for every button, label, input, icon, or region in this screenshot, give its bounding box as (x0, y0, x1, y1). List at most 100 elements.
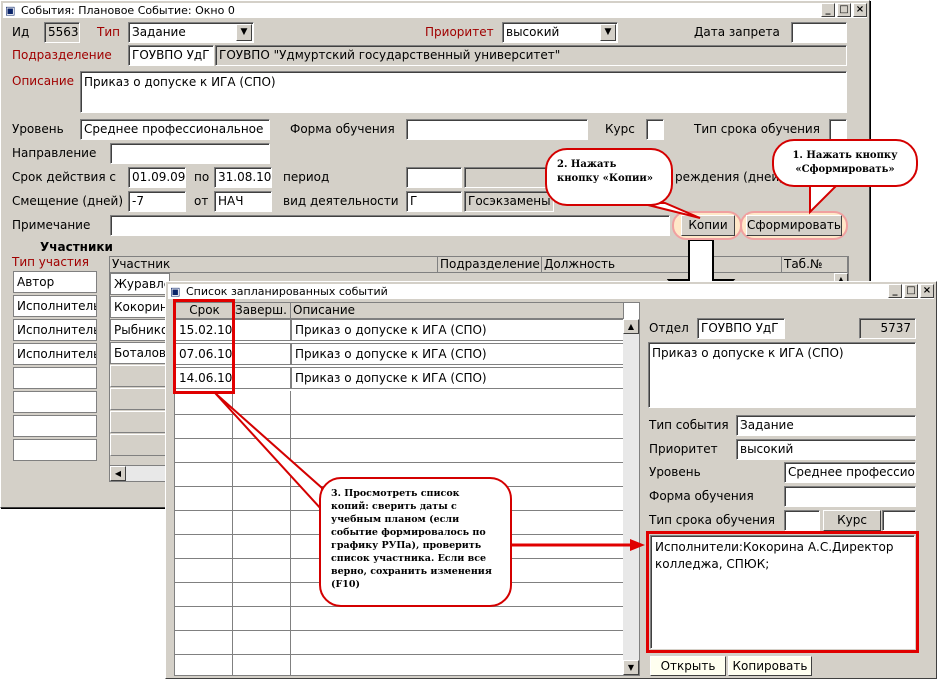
event-type-label: Тип события (649, 418, 729, 432)
course-button[interactable]: Курс (823, 510, 881, 531)
institution-days-label: реждения (дней) (675, 170, 784, 184)
planned-events-title: Список запланированных событий (186, 285, 388, 298)
direction-field[interactable] (110, 143, 270, 164)
col-description-header[interactable]: Описание (291, 303, 624, 319)
type-select-value: Задание (132, 25, 186, 39)
course-field[interactable] (882, 510, 916, 531)
course-field[interactable] (646, 119, 664, 140)
close-icon[interactable]: × (920, 284, 934, 298)
event-done-cell[interactable] (233, 319, 291, 341)
gosexam-label: Госэкзамены (468, 194, 551, 208)
validity-label: Срок действия с (12, 170, 116, 184)
planned-events-controls: _ □ × (888, 284, 934, 298)
event-description-field[interactable]: Приказ о допуске к ИГА (СПО) (648, 342, 916, 408)
participant-row[interactable]: Рыбнико (110, 319, 170, 341)
priority-select[interactable]: высокий ▼ (502, 22, 618, 43)
id-field[interactable]: 5563 (44, 22, 80, 43)
date-to-field[interactable]: 31.08.10 (214, 167, 272, 188)
participant-row-empty (110, 365, 170, 387)
copy-button[interactable]: Копировать (728, 656, 812, 676)
scroll-down-icon[interactable]: ▼ (623, 660, 639, 675)
from-label: от (194, 194, 209, 208)
participation-type-row[interactable]: Автор (13, 271, 97, 293)
offset-label: Смещение (дней) (12, 194, 124, 208)
event-done-cell[interactable] (233, 343, 291, 365)
type-select[interactable]: Задание ▼ (128, 22, 254, 43)
event-description-cell[interactable]: Приказ о допуске к ИГА (СПО) (291, 343, 624, 365)
event-done-cell[interactable] (233, 367, 291, 389)
from-field[interactable]: НАЧ (214, 191, 272, 212)
description-field[interactable]: Приказ о допуске к ИГА (СПО) (80, 71, 847, 113)
term-type-label: Тип срока обучения (649, 513, 775, 527)
term-type-field[interactable] (829, 119, 847, 140)
form-button[interactable]: Сформировать (746, 215, 842, 236)
maximize-icon[interactable]: □ (837, 3, 851, 17)
division-name-field[interactable]: ГОУВПО "Удмуртский государственный униве… (215, 45, 847, 66)
participant-row[interactable]: Кокорин (110, 296, 170, 318)
event-description-cell[interactable]: Приказ о допуске к ИГА (СПО) (291, 319, 624, 341)
callout-3-text: 3. Просмотреть список копий: сверить дат… (331, 488, 492, 590)
maximize-icon[interactable]: □ (904, 284, 918, 298)
event-description-cell[interactable]: Приказ о допуске к ИГА (СПО) (291, 367, 624, 389)
participation-type-row[interactable] (13, 439, 97, 461)
priority-field[interactable]: высокий (736, 439, 916, 460)
participation-type-row[interactable] (13, 415, 97, 437)
executors-field[interactable]: Исполнители:Кокорина А.С.Директор коллед… (650, 535, 915, 649)
participation-type-row[interactable] (13, 367, 97, 389)
study-form-label: Форма обучения (290, 122, 395, 136)
activity-field[interactable]: Г (406, 191, 462, 212)
period-field[interactable] (406, 167, 462, 188)
id-label: Ид (12, 25, 30, 39)
open-button[interactable]: Открыть (650, 656, 726, 676)
participation-type-label: Тип участия (12, 255, 89, 269)
offset-field[interactable]: -7 (128, 191, 186, 212)
scroll-up-icon[interactable]: ▲ (623, 319, 639, 334)
gosexam-field[interactable]: Госэкзамены (464, 191, 554, 212)
planned-events-title-bar: ▣ Список запланированных событий (168, 284, 934, 299)
col-done-header[interactable]: Заверш. (233, 303, 291, 319)
date-from-field[interactable]: 01.09.09 (128, 167, 186, 188)
horizontal-scrollbar[interactable]: ◀ (110, 465, 172, 481)
col-participant-header[interactable]: Участник (110, 257, 438, 273)
dept-field[interactable]: ГОУВПО УдГ (697, 318, 785, 339)
participation-type-row[interactable] (13, 391, 97, 413)
study-form-field[interactable] (784, 486, 916, 507)
participant-row[interactable]: Боталова (110, 342, 170, 364)
participation-type-row[interactable]: Исполнитель (13, 295, 97, 317)
dept-id-field[interactable]: 5737 (859, 318, 916, 339)
by-label: по (194, 170, 210, 184)
close-icon[interactable]: × (853, 3, 867, 17)
chevron-down-icon[interactable]: ▼ (600, 24, 616, 41)
ban-date-label: Дата запрета (694, 25, 780, 39)
priority-label: Приоритет (649, 442, 718, 456)
level-field[interactable]: Среднее профессион (784, 462, 916, 483)
study-form-field[interactable] (406, 119, 588, 140)
participation-type-row[interactable]: Исполнитель (13, 343, 97, 365)
level-field[interactable]: Среднее профессиональное (80, 119, 270, 140)
minimize-icon[interactable]: _ (888, 284, 902, 298)
level-label: Уровень (12, 122, 64, 136)
participant-row-empty (110, 388, 170, 410)
app-icon: ▣ (5, 4, 16, 17)
description-label: Описание (12, 74, 75, 88)
col-division-header[interactable]: Подразделение (438, 257, 542, 273)
level-label: Уровень (649, 465, 701, 479)
term-type-label: Тип срока обучения (694, 122, 820, 136)
chevron-down-icon[interactable]: ▼ (236, 24, 252, 41)
participant-row-empty (110, 434, 170, 456)
division-code-field[interactable]: ГОУВПО УдГ (128, 45, 214, 66)
term-type-field[interactable] (784, 510, 820, 531)
ban-date-field[interactable] (791, 22, 847, 43)
event-type-field[interactable]: Задание (736, 415, 916, 436)
note-label: Примечание (12, 218, 91, 232)
events-vertical-scrollbar[interactable]: ▲ ▼ (623, 319, 639, 675)
note-field[interactable] (110, 215, 670, 236)
participation-type-row[interactable]: Исполнитель (13, 319, 97, 341)
course-label: Курс (605, 122, 635, 136)
scroll-left-icon[interactable]: ◀ (110, 466, 126, 481)
copies-button[interactable]: Копии (681, 215, 735, 236)
participant-row[interactable]: Журавле (110, 273, 170, 295)
minimize-icon[interactable]: _ (821, 3, 835, 17)
main-window-title: События: Плановое Событие: Окно 0 (21, 4, 235, 17)
col-tab-header[interactable]: Таб.№ (782, 257, 848, 273)
